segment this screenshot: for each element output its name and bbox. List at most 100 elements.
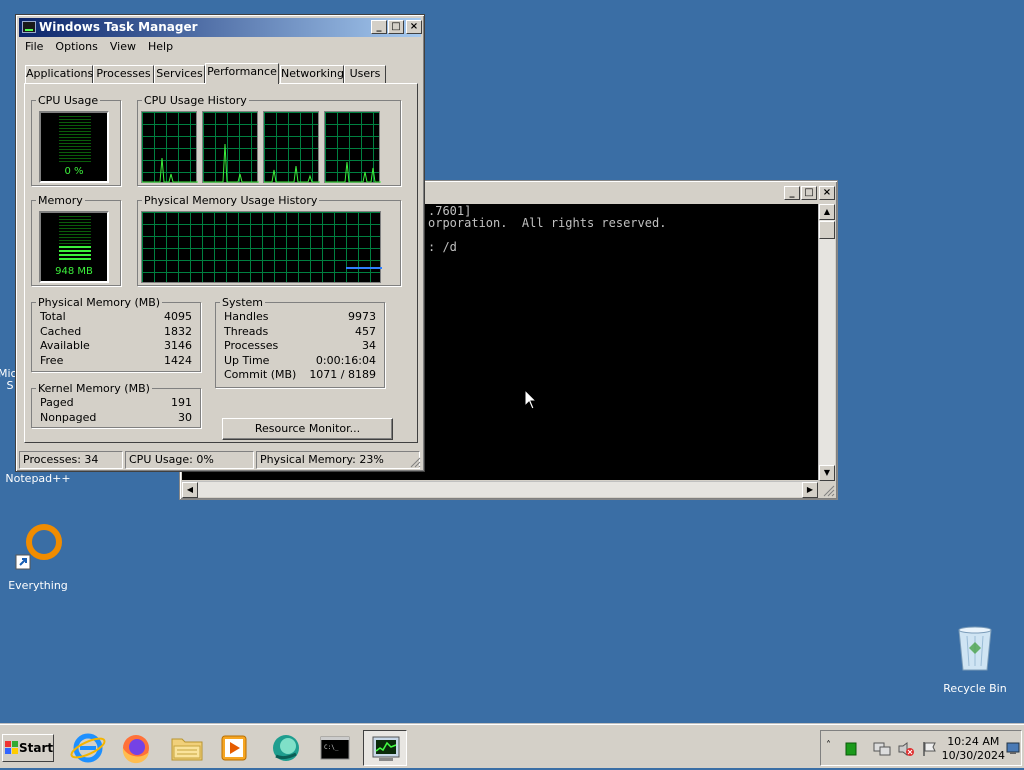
partial-label-2: S: [6, 379, 14, 392]
mouse-cursor-icon: [524, 389, 538, 410]
command-prompt-icon: C:\_: [320, 736, 350, 760]
stat-value: 0:00:16:04: [315, 354, 376, 367]
system-group: System Handles 9973 Threads 457 Processes 3…: [215, 296, 385, 388]
taskbar-task-manager[interactable]: [363, 730, 407, 766]
taskbar-media-player[interactable]: [212, 730, 256, 766]
stat-label: Available: [40, 339, 90, 352]
stat-label: Handles: [224, 310, 269, 323]
stat-value: 1424: [164, 354, 192, 367]
close-button[interactable]: ×: [406, 20, 422, 34]
cpu-meter: 0 %: [39, 111, 109, 183]
stat-value: 3146: [164, 339, 192, 352]
stat-label: Cached: [40, 325, 82, 338]
desktop-icon-recycle-bin[interactable]: Recycle Bin: [937, 626, 1013, 695]
stat-label: Processes: [224, 339, 279, 352]
scroll-left-arrow-icon[interactable]: ◀: [182, 482, 198, 498]
tab-applications[interactable]: Applications: [25, 65, 93, 83]
memory-meter-value: 948 MB: [55, 266, 93, 277]
svg-text:C:\_: C:\_: [324, 744, 339, 751]
volume-muted-icon[interactable]: [897, 741, 915, 757]
vertical-scrollbar[interactable]: ▲ ▼: [818, 204, 835, 481]
memory-meter: 948 MB: [39, 211, 109, 283]
menu-view[interactable]: View: [104, 40, 142, 53]
tab-networking[interactable]: Networking: [280, 65, 344, 83]
cpu-history-group: CPU Usage History: [137, 94, 401, 186]
recycle-bin-icon: [958, 626, 992, 671]
menu-options[interactable]: Options: [49, 40, 103, 53]
browser-globe-icon: [273, 735, 299, 761]
tab-performance[interactable]: Performance: [205, 63, 279, 84]
media-player-icon: [221, 735, 247, 761]
tab-users[interactable]: Users: [344, 65, 386, 83]
taskbar: Start C:\_ ˄ 10:24 AM 10/30/2024: [0, 724, 1024, 768]
group-title: CPU Usage History: [144, 94, 247, 107]
network-icon[interactable]: [873, 741, 891, 757]
physical-memory-group: Physical Memory (MB) Total 4095 Cached 183…: [31, 296, 201, 372]
task-manager-icon: [22, 21, 36, 33]
tab-processes[interactable]: Processes: [93, 65, 154, 83]
memory-meter-bars: [59, 216, 91, 244]
menu-help[interactable]: Help: [142, 40, 179, 53]
tab-services[interactable]: Services: [154, 65, 205, 83]
stat-row-paged: Paged 191: [40, 396, 192, 410]
minimize-button[interactable]: _: [371, 20, 387, 34]
taskbar-firefox[interactable]: [114, 730, 158, 766]
desktop-icon-label: Notepad++: [5, 472, 71, 485]
stat-row-handles: Handles 9973: [224, 310, 376, 324]
close-button[interactable]: ×: [819, 186, 835, 200]
group-title: Kernel Memory (MB): [38, 382, 150, 395]
stat-value: 30: [178, 411, 192, 424]
horizontal-scrollbar[interactable]: ◀ ▶: [182, 481, 818, 498]
memory-meter-fill: [59, 246, 91, 260]
firefox-icon: [122, 735, 149, 764]
desktop-icon-everything[interactable]: Everything: [0, 522, 76, 592]
desktop-icon-partial-left[interactable]: Mic S: [0, 368, 17, 392]
memory-group: Memory 948 MB: [31, 194, 121, 286]
kernel-memory-group: Kernel Memory (MB) Paged 191 Nonpaged 30: [31, 382, 201, 428]
show-hidden-icons-icon[interactable]: ˄: [826, 740, 831, 751]
stat-row-processes: Processes 34: [224, 339, 376, 353]
stat-row-nonpaged: Nonpaged 30: [40, 411, 192, 425]
clock[interactable]: 10:24 AM 10/30/2024: [942, 735, 1005, 763]
minimize-button[interactable]: _: [784, 186, 800, 200]
cpu-meter-value: 0 %: [64, 166, 84, 177]
task-manager-window[interactable]: Windows Task Manager _ □ × File Options Vi…: [15, 14, 425, 472]
taskbar-browser[interactable]: [264, 730, 308, 766]
action-center-flag-icon[interactable]: [921, 741, 937, 757]
green-status-icon[interactable]: [845, 742, 857, 756]
stat-row-uptime: Up Time 0:00:16:04: [224, 354, 376, 368]
stat-value: 457: [355, 325, 376, 338]
scroll-thumb[interactable]: [819, 221, 835, 239]
start-label: Start: [19, 741, 54, 755]
group-title: Physical Memory Usage History: [144, 194, 318, 207]
cpu-history-graph-core-3: [263, 111, 320, 183]
cpu-usage-group: CPU Usage 0 %: [31, 94, 121, 186]
system-tray: ˄ 10:24 AM 10/30/2024: [820, 730, 1022, 766]
maximize-button[interactable]: □: [801, 186, 817, 200]
desktop-icon-label: Recycle Bin: [943, 682, 1007, 695]
stat-row-commit: Commit (MB) 1071 / 8189: [224, 368, 376, 382]
stat-row-available: Available 3146: [40, 339, 192, 353]
taskbar-file-explorer[interactable]: [165, 730, 209, 766]
start-button[interactable]: Start: [2, 734, 54, 762]
console-line: orporation. All rights reserved.: [428, 216, 667, 230]
cpu-history-graph-core-4: [324, 111, 381, 183]
stat-value: 34: [362, 339, 376, 352]
show-desktop-icon[interactable]: [1006, 741, 1020, 755]
taskbar-command-prompt[interactable]: C:\_: [313, 730, 357, 766]
performance-panel: CPU Usage 0 % CPU Usage History Memory 9…: [24, 83, 418, 443]
resize-grip-icon[interactable]: [821, 483, 835, 497]
maximize-button[interactable]: □: [388, 20, 404, 34]
taskbar-internet-explorer[interactable]: [66, 730, 110, 766]
task-manager-titlebar[interactable]: Windows Task Manager _ □ ×: [19, 18, 422, 37]
stat-row-total: Total 4095: [40, 310, 192, 324]
resize-grip-icon[interactable]: [409, 456, 421, 468]
menu-file[interactable]: File: [19, 40, 49, 53]
scroll-right-arrow-icon[interactable]: ▶: [802, 482, 818, 498]
clock-time: 10:24 AM: [947, 735, 1000, 748]
stat-label: Threads: [224, 325, 269, 338]
scroll-down-arrow-icon[interactable]: ▼: [819, 465, 835, 481]
resource-monitor-button[interactable]: Resource Monitor...: [222, 418, 393, 440]
scroll-up-arrow-icon[interactable]: ▲: [819, 204, 835, 220]
